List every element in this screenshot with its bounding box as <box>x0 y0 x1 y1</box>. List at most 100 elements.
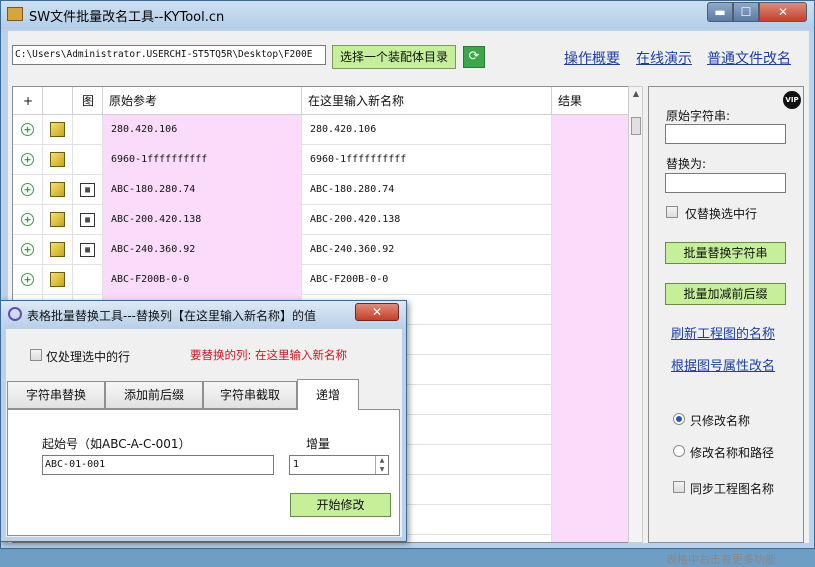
add-row-icon[interactable]: + <box>21 183 34 196</box>
drawing-cell <box>73 115 103 145</box>
result-cell <box>552 175 628 205</box>
dialog-client-area: 仅处理选中的行 要替换的列: 在这里输入新名称 字符串替换 添加前后缀 字符串截… <box>6 329 402 537</box>
only-selected-rows-label: 仅处理选中的行 <box>46 350 131 364</box>
table-row[interactable]: + ▦ ABC-240.360.92 ABC-240.360.92 <box>13 235 628 265</box>
refresh-icon[interactable]: ⟳ <box>463 46 485 68</box>
new-name-cell[interactable]: ABC-240.360.92 <box>302 235 552 265</box>
add-cell[interactable]: + <box>13 265 43 295</box>
add-cell[interactable]: + <box>13 175 43 205</box>
only-selected-checkbox[interactable] <box>666 206 678 218</box>
original-ref-cell: ABC-180.280.74 <box>103 175 302 205</box>
add-cell[interactable]: + <box>13 145 43 175</box>
assembly-icon <box>50 152 65 167</box>
radio-name-path[interactable] <box>673 445 685 457</box>
tab-string-cut[interactable]: 字符串截取 <box>203 381 297 409</box>
maximize-button[interactable]: ☐ <box>733 2 759 22</box>
header-result[interactable]: 结果 <box>552 87 628 115</box>
result-cell <box>552 265 628 295</box>
path-input[interactable]: C:\Users\Administrator.USERCHI-ST5TQ5R\D… <box>12 45 326 65</box>
tab-increment[interactable]: 递增 <box>297 379 359 410</box>
add-row-icon[interactable]: + <box>21 123 34 136</box>
dialog-title-bar[interactable]: 表格批量替换工具---替换列【在这里输入新名称】的值 ✕ <box>1 301 406 327</box>
add-row-icon[interactable]: + <box>21 213 34 226</box>
vip-icon[interactable]: VIP <box>783 91 801 109</box>
dialog-close-button[interactable]: ✕ <box>355 303 399 321</box>
add-cell[interactable]: + <box>13 235 43 265</box>
add-row-icon[interactable]: + <box>21 273 34 286</box>
header-drawing[interactable]: 图 <box>73 87 103 115</box>
scroll-thumb[interactable] <box>631 117 641 135</box>
online-demo-link[interactable]: 在线演示 <box>636 48 692 68</box>
sync-drawing-checkbox[interactable] <box>673 481 685 493</box>
app-icon <box>7 7 23 21</box>
scroll-up-icon[interactable]: ▲ <box>630 87 642 101</box>
select-assembly-dir-button[interactable]: 选择一个装配体目录 <box>332 45 456 69</box>
only-selected-label: 仅替换选中行 <box>685 207 758 221</box>
table-row[interactable]: + ▦ ABC-180.280.74 ABC-180.280.74 <box>13 175 628 205</box>
batch-replace-dialog: 表格批量替换工具---替换列【在这里输入新名称】的值 ✕ 仅处理选中的行 要替换… <box>0 300 407 542</box>
increment-input[interactable]: 1 <box>289 455 389 475</box>
replace-input[interactable] <box>665 173 786 193</box>
minimize-button[interactable]: ▬ <box>707 2 733 22</box>
target-column-label: 要替换的列: 在这里输入新名称 <box>190 348 348 362</box>
only-selected-rows-checkbox[interactable] <box>30 349 42 361</box>
new-name-cell[interactable]: 280.420.106 <box>302 115 552 145</box>
type-cell <box>43 145 73 175</box>
sync-drawing-label: 同步工程图名称 <box>690 482 775 496</box>
header-type[interactable] <box>43 87 73 115</box>
table-row[interactable]: + ABC-F200B-0-0 ABC-F200B-0-0 <box>13 265 628 295</box>
table-row[interactable]: +280.420.106 280.420.106 <box>13 115 628 145</box>
operation-overview-link[interactable]: 操作概要 <box>564 48 620 68</box>
start-number-input[interactable]: ABC-01-001 <box>42 455 274 475</box>
tab-string-replace[interactable]: 字符串替换 <box>7 381 105 409</box>
add-row-icon[interactable]: + <box>21 153 34 166</box>
radio-name-path-label: 修改名称和路径 <box>690 446 775 460</box>
close-button[interactable]: ✕ <box>759 2 807 22</box>
result-cell <box>552 355 628 385</box>
refresh-drawing-link[interactable]: 刷新工程图的名称 <box>671 323 775 342</box>
add-cell[interactable]: + <box>13 205 43 235</box>
original-ref-cell: ABC-240.360.92 <box>103 235 302 265</box>
new-name-cell[interactable]: ABC-F200B-0-0 <box>302 265 552 295</box>
new-name-cell[interactable]: ABC-180.280.74 <box>302 175 552 205</box>
drawing-icon: ▦ <box>80 213 95 227</box>
new-name-cell[interactable]: ABC-200.420.138 <box>302 205 552 235</box>
drawing-icon: ▦ <box>80 183 95 197</box>
result-cell <box>552 205 628 235</box>
assembly-icon <box>50 122 65 137</box>
increment-tab-panel: 起始号（如ABC-A-C-001） 增量 ABC-01-001 1 ▲ ▼ 开始修… <box>7 409 400 536</box>
table-row[interactable]: +6960-1ffffffffff 6960-1ffffffffff <box>13 145 628 175</box>
rename-by-attr-link[interactable]: 根据图号属性改名 <box>671 355 775 374</box>
result-cell <box>552 445 628 475</box>
radio-only-name[interactable] <box>673 413 685 425</box>
result-cell <box>552 115 628 145</box>
add-cell[interactable]: + <box>13 115 43 145</box>
start-modify-button[interactable]: 开始修改 <box>290 493 391 517</box>
tab-add-prefix-suffix[interactable]: 添加前后缀 <box>105 381 203 409</box>
add-row-icon[interactable]: + <box>21 243 34 256</box>
table-scrollbar[interactable]: ▲ <box>628 86 643 543</box>
table-row[interactable]: + ▦ ABC-200.420.138 ABC-200.420.138 <box>13 205 628 235</box>
increment-spinner-icon[interactable]: ▲ ▼ <box>375 456 388 474</box>
magnifier-icon <box>8 307 22 321</box>
original-ref-cell: 280.420.106 <box>103 115 302 145</box>
normal-file-rename-link[interactable]: 普通文件改名 <box>707 48 791 68</box>
header-new-name[interactable]: 在这里输入新名称 <box>302 87 552 115</box>
original-ref-cell: ABC-200.420.138 <box>103 205 302 235</box>
header-original-ref[interactable]: 原始参考 <box>103 87 302 115</box>
find-input[interactable] <box>665 124 786 144</box>
batch-prefix-button[interactable]: 批量加减前后缀 <box>665 283 786 305</box>
result-cell <box>552 415 628 445</box>
result-cell <box>552 145 628 175</box>
dialog-title: 表格批量替换工具---替换列【在这里输入新名称】的值 <box>27 309 316 323</box>
drawing-icon: ▦ <box>80 243 95 257</box>
drawing-cell <box>73 265 103 295</box>
title-bar[interactable]: SW文件批量改名工具--KYTool.cn ▬ ☐ ✕ <box>1 1 814 29</box>
right-click-hint: 表格中右击有更多功能 <box>666 553 776 566</box>
right-panel: VIP 原始字符串: 替换为: 仅替换选中行 批量替换字符串 批量加减前后缀 刷… <box>648 86 804 566</box>
result-cell <box>552 235 628 265</box>
header-add[interactable]: + <box>13 87 43 115</box>
new-name-cell[interactable]: 6960-1ffffffffff <box>302 145 552 175</box>
type-cell <box>43 265 73 295</box>
batch-replace-button[interactable]: 批量替换字符串 <box>665 242 786 264</box>
